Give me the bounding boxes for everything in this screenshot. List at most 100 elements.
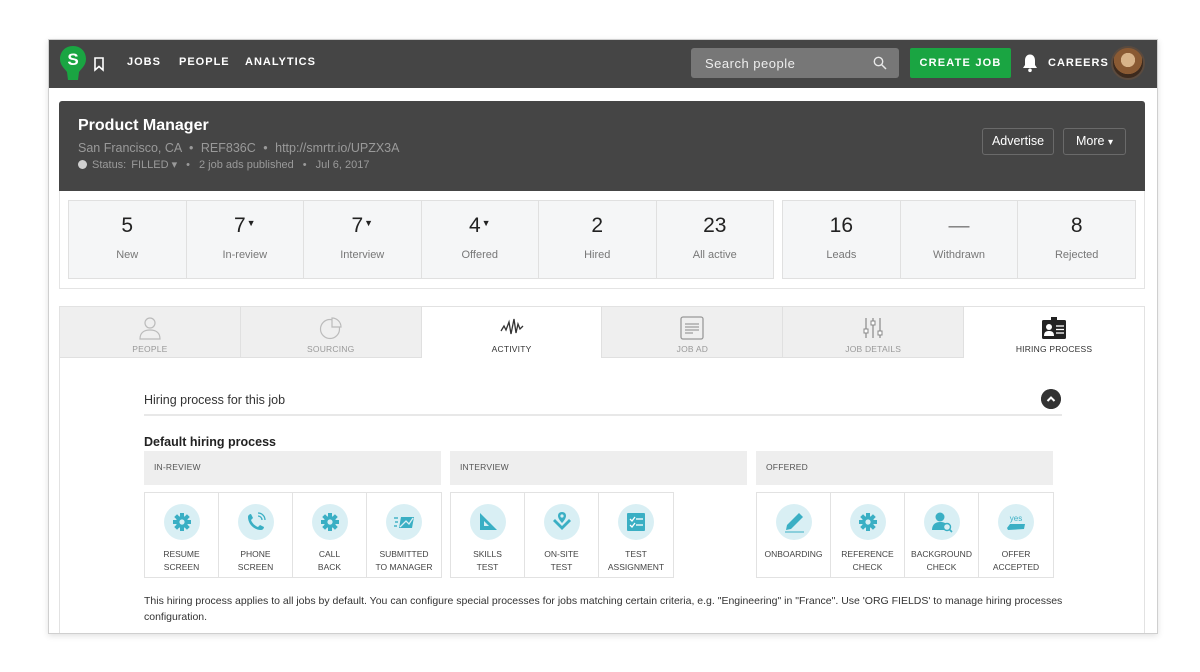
- step-icon-circle: [775, 504, 812, 540]
- smartrecruiters-logo-icon[interactable]: S: [59, 45, 87, 81]
- separator-dot: •: [186, 158, 190, 171]
- step-on-site-test[interactable]: ON-SITE TEST: [525, 493, 599, 577]
- job-location: San Francisco, CA: [78, 141, 182, 155]
- step-background-check[interactable]: BACKGROUND CHECK: [905, 493, 979, 577]
- more-button[interactable]: More ▾: [1063, 128, 1126, 155]
- stat-value: 16: [829, 214, 854, 237]
- search-box[interactable]: [691, 48, 899, 78]
- stat-hired[interactable]: 2 Hired: [539, 201, 657, 278]
- step-icon-circle: yes: [998, 504, 1034, 540]
- stat-label: Withdrawn: [933, 249, 985, 261]
- stat-value: 23: [703, 214, 727, 237]
- stat-all-active[interactable]: 23 All active: [657, 201, 774, 278]
- step-icon-circle: [163, 504, 200, 540]
- stat-rejected[interactable]: 8 Rejected: [1018, 201, 1135, 278]
- step-label: RESUME SCREEN: [163, 549, 200, 572]
- caret-down-icon[interactable]: ▼: [482, 218, 491, 228]
- stat-label: In-review: [222, 249, 268, 261]
- job-meta: San Francisco, CA • REF836C • http://smr…: [78, 141, 399, 155]
- pie-chart-icon: [319, 317, 342, 340]
- advertise-button[interactable]: Advertise: [982, 128, 1054, 155]
- caret-down-icon: ▾: [171, 159, 178, 171]
- job-status-line: Status: FILLED ▾ • 2 job ads published •…: [78, 158, 369, 171]
- stat-label: Offered: [461, 249, 499, 261]
- step-skills-test[interactable]: SKILLS TEST: [451, 493, 525, 577]
- tab-label: ACTIVITY: [491, 344, 532, 354]
- separator-dot: •: [263, 141, 268, 155]
- step-phone-screen[interactable]: PHONE SCREEN: [219, 493, 293, 577]
- stat-in-review[interactable]: 7▼ In-review: [187, 201, 304, 278]
- stat-value: 2: [591, 214, 604, 237]
- search-icon[interactable]: [873, 56, 887, 70]
- tab-label: JOB DETAILS: [845, 344, 902, 354]
- gear-icon: [858, 513, 877, 531]
- other-stats-group: 16 Leads — Withdrawn 8 Rejected: [782, 200, 1136, 279]
- step-call-back[interactable]: CALL BACK: [293, 493, 367, 577]
- bookmark-icon[interactable]: [92, 56, 106, 72]
- collapse-chevron-up-icon[interactable]: [1041, 389, 1061, 409]
- step-reference-check[interactable]: REFERENCE CHECK: [831, 493, 905, 577]
- step-onboarding[interactable]: ONBOARDING: [757, 493, 831, 577]
- gear-icon: [320, 513, 339, 531]
- phone-icon: [247, 512, 266, 530]
- step-submitted-to-manager[interactable]: SUBMITTED TO MANAGER: [367, 493, 441, 577]
- stat-new[interactable]: 5 New: [69, 201, 187, 278]
- svg-text:S: S: [67, 50, 78, 69]
- step-label: TEST ASSIGNMENT: [607, 549, 665, 572]
- section-title: Hiring process for this job: [144, 393, 286, 407]
- step-icon-circle: [849, 504, 886, 540]
- caret-down-icon[interactable]: ▼: [247, 218, 256, 228]
- tab-label: HIRING PROCESS: [1015, 344, 1093, 354]
- activity-wave-icon: [500, 318, 524, 335]
- tab-job-ad[interactable]: JOB AD: [602, 307, 784, 358]
- create-job-button[interactable]: CREATE JOB: [910, 48, 1011, 78]
- more-label: More: [1076, 134, 1105, 148]
- search-input[interactable]: [705, 56, 865, 71]
- step-offer-accepted[interactable]: yes OFFER ACCEPTED: [979, 493, 1053, 577]
- status-dropdown[interactable]: FILLED ▾: [131, 158, 177, 171]
- job-tabs-panel: PEOPLE SOURCING ACTIVITY JOB AD JOB DETA…: [59, 306, 1145, 633]
- hiring-process-footnote: This hiring process applies to all jobs …: [144, 595, 1063, 623]
- step-test-assignment[interactable]: TEST ASSIGNMENT: [599, 493, 673, 577]
- step-resume-screen[interactable]: RESUME SCREEN: [145, 493, 219, 577]
- stat-value: 8: [1070, 214, 1083, 237]
- person-icon: [139, 317, 161, 340]
- stat-leads[interactable]: 16 Leads: [783, 201, 901, 278]
- job-ref: REF836C: [200, 141, 256, 155]
- tab-activity[interactable]: ACTIVITY: [421, 307, 603, 358]
- step-icon-circle: [386, 504, 422, 540]
- tab-hiring-process[interactable]: HIRING PROCESS: [964, 307, 1144, 358]
- step-label: ONBOARDING: [764, 549, 823, 559]
- status-value: FILLED: [131, 159, 169, 171]
- stat-label: Interview: [340, 249, 385, 261]
- tab-job-details[interactable]: JOB DETAILS: [783, 307, 965, 358]
- svg-text:yes: yes: [1010, 514, 1022, 523]
- stat-offered[interactable]: 4▼ Offered: [422, 201, 539, 278]
- top-nav: S JOBS PEOPLE ANALYTICS CREATE JOB CAREE…: [49, 40, 1157, 88]
- step-label: OFFER ACCEPTED: [992, 549, 1040, 572]
- separator-dot: •: [189, 141, 194, 155]
- sliders-icon: [863, 318, 883, 338]
- notification-bell-icon[interactable]: [1021, 53, 1039, 73]
- step-label: SKILLS TEST: [473, 549, 502, 572]
- nav-jobs[interactable]: JOBS: [127, 56, 161, 68]
- caret-down-icon[interactable]: ▼: [364, 218, 373, 228]
- tab-sourcing[interactable]: SOURCING: [240, 307, 422, 358]
- tab-people[interactable]: PEOPLE: [60, 307, 241, 358]
- job-url[interactable]: http://smrtr.io/UPZX3A: [275, 141, 399, 155]
- stat-value: 5: [121, 214, 134, 237]
- user-avatar[interactable]: [1111, 46, 1145, 80]
- job-title: Product Manager: [78, 117, 209, 134]
- app-window: S JOBS PEOPLE ANALYTICS CREATE JOB CAREE…: [48, 39, 1158, 634]
- set-square-icon: [479, 513, 497, 530]
- stat-withdrawn[interactable]: — Withdrawn: [901, 201, 1019, 278]
- stage-steps-in-review: RESUME SCREEN PHONE SCREEN CALL BACK SUB…: [144, 492, 442, 578]
- nav-people[interactable]: PEOPLE: [179, 56, 230, 68]
- careers-link[interactable]: CAREERS: [1048, 57, 1109, 69]
- stat-interview[interactable]: 7▼ Interview: [304, 201, 422, 278]
- job-ads-count[interactable]: 2 job ads published: [199, 159, 294, 171]
- id-badge-icon: [1042, 317, 1067, 339]
- step-label: ON-SITE TEST: [544, 549, 579, 572]
- nav-analytics[interactable]: ANALYTICS: [245, 56, 316, 68]
- stat-label: New: [116, 249, 139, 261]
